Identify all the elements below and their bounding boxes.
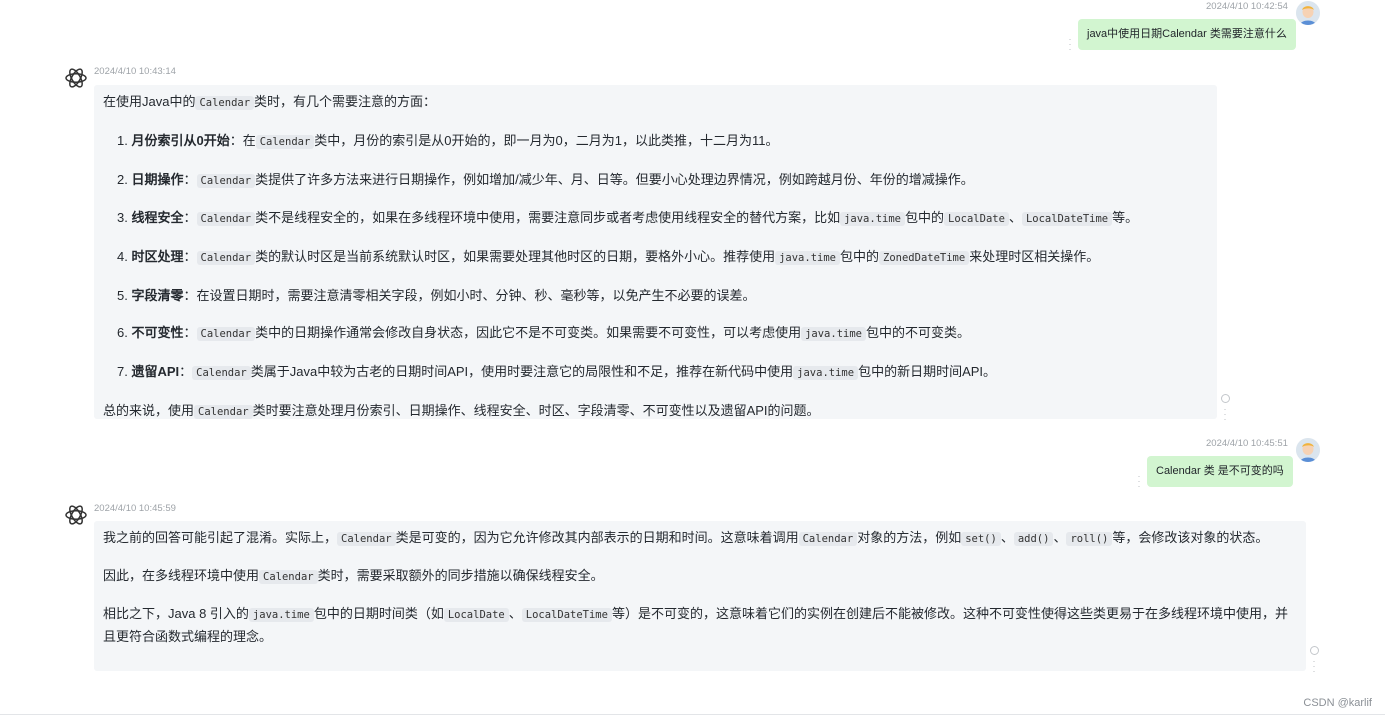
list-item: 2. 日期操作： Calendar 类提供了许多方法来进行日期操作，例如增加/减少年… bbox=[117, 171, 974, 188]
list-item: 6. 不可变性： Calendar 类中的日期操作通常会修改自身状态，因此它不是不可… bbox=[117, 325, 971, 342]
list-item: 7. 遗留API： Calendar 类属于Java中较为古老的日期时间API，使用… bbox=[117, 364, 997, 381]
list-item: 1. 月份索引从0开始：在 Calendar 类中，月份的索引是从0开始的，即一月为… bbox=[117, 133, 779, 149]
message-paragraph: 因此，在多线程环境中使用 Calendar 类时，需要采取额外的同步措施以确保线程安… bbox=[103, 568, 604, 584]
user-avatar-icon[interactable] bbox=[1296, 1, 1320, 25]
user-avatar-icon[interactable] bbox=[1296, 438, 1320, 462]
message-timestamp: 2024/4/10 10:43:14 bbox=[94, 66, 176, 77]
more-dots-icon[interactable]: · · · bbox=[1067, 35, 1073, 54]
status-circle-icon bbox=[1310, 646, 1319, 655]
assistant-message-bubble: 我之前的回答可能引起了混淆。实际上， Calendar 类是可变的，因为它允许修改其… bbox=[94, 521, 1306, 671]
list-item: 3. 线程安全： Calendar 类不是线程安全的，如果在多线程环境中使用，需要注… bbox=[117, 210, 1139, 227]
more-dots-icon[interactable]: · · · bbox=[1311, 657, 1317, 676]
inline-code: Calendar bbox=[195, 96, 255, 110]
footer-divider bbox=[0, 714, 1385, 715]
csdn-watermark: CSDN @karlif bbox=[1303, 697, 1372, 709]
message-timestamp: 2024/4/10 10:45:59 bbox=[94, 503, 176, 514]
more-dots-icon[interactable]: · · · bbox=[1222, 405, 1228, 424]
more-dots-icon[interactable]: · · · bbox=[1136, 472, 1142, 491]
status-circle-icon bbox=[1221, 394, 1230, 403]
message-paragraph: 相比之下，Java 8 引入的 java.time 包中的日期时间类（如 LocalD… bbox=[103, 606, 1288, 644]
user-message-bubble: Calendar 类 是不可变的吗 bbox=[1147, 456, 1293, 487]
message-timestamp: 2024/4/10 10:45:51 bbox=[1206, 438, 1288, 449]
user-message-bubble: java中使用日期Calendar 类需要注意什么 bbox=[1078, 19, 1296, 50]
list-item: 4. 时区处理： Calendar 类的默认时区是当前系统默认时区，如果需要处理其他… bbox=[117, 249, 1100, 266]
message-paragraph: 我之前的回答可能引起了混淆。实际上， Calendar 类是可变的，因为它允许修改其… bbox=[103, 530, 1269, 546]
message-intro: 在使用Java中的 Calendar 类时，有几个需要注意的方面： bbox=[103, 94, 437, 110]
list-item: 5. 字段清零：在设置日期时，需要注意清零相关字段，例如小时、分钟、秒、毫秒等，… bbox=[117, 287, 756, 303]
assistant-message-bubble: 在使用Java中的 Calendar 类时，有几个需要注意的方面： 1. 月份索引从… bbox=[94, 85, 1217, 419]
message-timestamp: 2024/4/10 10:42:54 bbox=[1206, 1, 1288, 12]
message-summary: 总的来说，使用 Calendar 类时要注意处理月份索引、日期操作、线程安全、时区、… bbox=[103, 402, 820, 419]
openai-logo-icon bbox=[65, 68, 87, 88]
openai-logo-icon bbox=[65, 505, 87, 525]
